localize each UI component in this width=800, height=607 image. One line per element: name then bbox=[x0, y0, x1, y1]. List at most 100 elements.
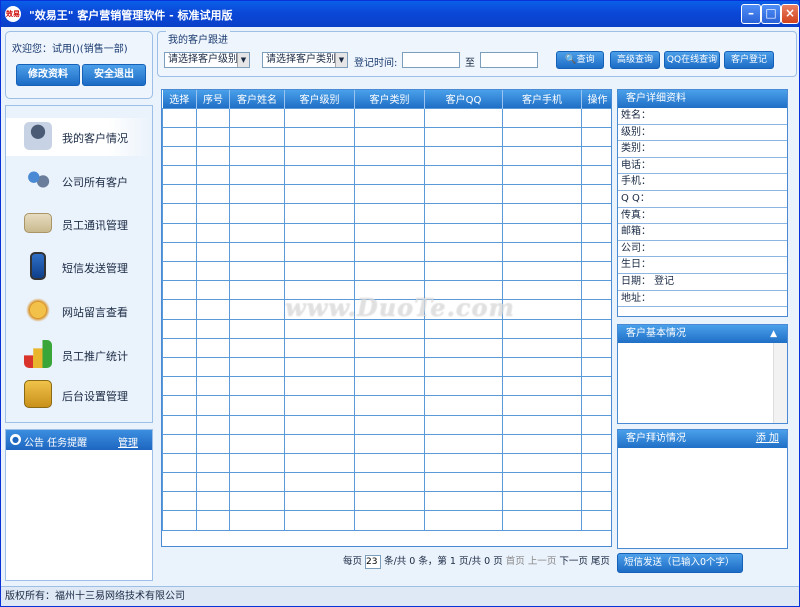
nav-item-label: 员工推广统计 bbox=[62, 350, 128, 363]
table-cell bbox=[162, 433, 197, 454]
col-header[interactable]: 操作 bbox=[581, 90, 611, 108]
maximize-button[interactable]: □ bbox=[761, 4, 781, 24]
qq-query-button[interactable]: QQ在线查询 bbox=[664, 51, 720, 69]
watermark: www.DuoTe.com bbox=[285, 293, 515, 322]
reg-date-from-input[interactable] bbox=[402, 52, 460, 68]
table-row[interactable] bbox=[162, 395, 611, 416]
logout-button[interactable]: 安全退出 bbox=[82, 64, 146, 86]
table-row[interactable] bbox=[162, 184, 611, 205]
table-row[interactable] bbox=[162, 222, 611, 243]
query-button[interactable]: 🔍查询 bbox=[556, 51, 604, 69]
table-cell bbox=[502, 433, 582, 454]
table-cell bbox=[354, 376, 425, 397]
basic-info-title: 客户基本情况 bbox=[626, 328, 686, 339]
col-header[interactable]: 客户QQ bbox=[424, 90, 503, 108]
table-cell bbox=[581, 395, 611, 416]
table-cell bbox=[354, 414, 425, 435]
basic-info-scrollbar[interactable] bbox=[773, 343, 787, 423]
last-page-link[interactable]: 尾页 bbox=[591, 556, 610, 567]
table-cell bbox=[196, 395, 230, 416]
nav-item-sms[interactable]: 短信发送管理 bbox=[6, 248, 152, 286]
table-cell bbox=[581, 184, 611, 205]
table-row[interactable] bbox=[162, 260, 611, 282]
table-row[interactable] bbox=[162, 472, 611, 493]
table-cell bbox=[502, 356, 582, 378]
nav-item-label: 我的客户情况 bbox=[62, 132, 128, 145]
table-cell bbox=[229, 184, 285, 205]
table-cell bbox=[354, 260, 425, 282]
table-row[interactable] bbox=[162, 414, 611, 435]
table-cell bbox=[424, 337, 503, 358]
col-header[interactable]: 客户手机 bbox=[502, 90, 582, 108]
table-row[interactable] bbox=[162, 241, 611, 263]
nav-item-web-messages[interactable]: 网站留言查看 bbox=[6, 292, 152, 330]
table-cell bbox=[502, 241, 582, 263]
table-cell bbox=[229, 280, 285, 301]
detail-field-row: 邮箱： bbox=[618, 224, 787, 241]
table-row[interactable] bbox=[162, 126, 611, 147]
table-cell bbox=[284, 376, 355, 397]
prev-page-link[interactable]: 上一页 bbox=[528, 556, 557, 567]
detail-field-row: 电话： bbox=[618, 158, 787, 175]
sms-send-button[interactable]: 短信发送（已输入0个字） bbox=[617, 553, 743, 573]
table-cell bbox=[196, 126, 230, 147]
table-row[interactable] bbox=[162, 356, 611, 378]
close-button[interactable]: × bbox=[781, 4, 799, 24]
table-cell bbox=[162, 203, 197, 224]
register-customer-button[interactable]: 客户登记 bbox=[724, 51, 774, 69]
col-header[interactable]: 客户姓名 bbox=[229, 90, 285, 108]
col-header[interactable]: 序号 bbox=[196, 90, 230, 108]
nav-item-staff-contacts[interactable]: 员工通讯管理 bbox=[6, 205, 152, 243]
nav-item-company-customers[interactable]: 公司所有客户 bbox=[6, 162, 152, 200]
customer-level-select[interactable]: 请选择客户级别 ▼ bbox=[164, 52, 250, 68]
advanced-query-button[interactable]: 高级查询 bbox=[610, 51, 660, 69]
table-cell bbox=[354, 222, 425, 243]
next-page-link[interactable]: 下一页 bbox=[559, 556, 588, 567]
col-header[interactable]: 客户级别 bbox=[284, 90, 355, 108]
table-cell bbox=[581, 241, 611, 263]
table-row[interactable] bbox=[162, 145, 611, 167]
table-row[interactable] bbox=[162, 107, 611, 128]
table-cell bbox=[502, 126, 582, 147]
table-cell bbox=[354, 356, 425, 378]
table-cell bbox=[424, 203, 503, 224]
table-cell bbox=[502, 337, 582, 358]
customer-type-select[interactable]: 请选择客户类别 ▼ bbox=[262, 52, 348, 68]
edit-profile-button[interactable]: 修改资料 bbox=[16, 64, 80, 86]
table-row[interactable] bbox=[162, 510, 611, 531]
table-row[interactable] bbox=[162, 203, 611, 224]
table-cell bbox=[196, 472, 230, 493]
notice-manage-link[interactable]: 管理 bbox=[118, 434, 138, 449]
per-page-input[interactable] bbox=[365, 555, 382, 569]
table-cell bbox=[502, 376, 582, 397]
minimize-button[interactable]: – bbox=[741, 4, 761, 24]
table-row[interactable] bbox=[162, 165, 611, 186]
table-cell bbox=[229, 107, 285, 128]
table-cell bbox=[581, 452, 611, 474]
table-cell bbox=[162, 184, 197, 205]
add-visit-link[interactable]: 添 加 bbox=[756, 430, 779, 448]
detail-fields: 姓名： 级别： 类别： 电话： 手机： Q Q： 传真： 邮箱： 公司： 生日： 日期： 登记 地址： bbox=[618, 108, 787, 308]
collapse-up-icon[interactable]: ▲ bbox=[770, 325, 777, 343]
table-row[interactable] bbox=[162, 376, 611, 397]
detail-field-row: 地址： bbox=[618, 291, 787, 308]
table-cell bbox=[581, 318, 611, 339]
table-row[interactable] bbox=[162, 433, 611, 454]
table-cell bbox=[229, 318, 285, 339]
reg-date-to-input[interactable] bbox=[480, 52, 538, 68]
nav-item-settings[interactable]: 后台设置管理 bbox=[6, 376, 152, 414]
col-header[interactable]: 选择 bbox=[162, 90, 197, 108]
users-icon bbox=[24, 166, 52, 194]
table-row[interactable] bbox=[162, 491, 611, 512]
col-header[interactable]: 客户类别 bbox=[354, 90, 425, 108]
table-row[interactable] bbox=[162, 337, 611, 358]
table-cell bbox=[581, 280, 611, 301]
pager: 每页 条/共 0 条，第 1 页/共 0 页 首页 上一页 下一页 尾页 bbox=[343, 553, 610, 569]
table-row[interactable] bbox=[162, 452, 611, 474]
first-page-link[interactable]: 首页 bbox=[506, 556, 525, 567]
title-bar[interactable]: 效易 "效易王" 客户营销管理软件 - 标准试用版 – □ × bbox=[1, 1, 799, 27]
table-cell bbox=[196, 145, 230, 167]
nav-item-promotion-stats[interactable]: 员工推广统计 bbox=[6, 336, 152, 374]
table-cell bbox=[162, 452, 197, 474]
nav-item-my-customers[interactable]: 我的客户情况 bbox=[6, 118, 152, 156]
